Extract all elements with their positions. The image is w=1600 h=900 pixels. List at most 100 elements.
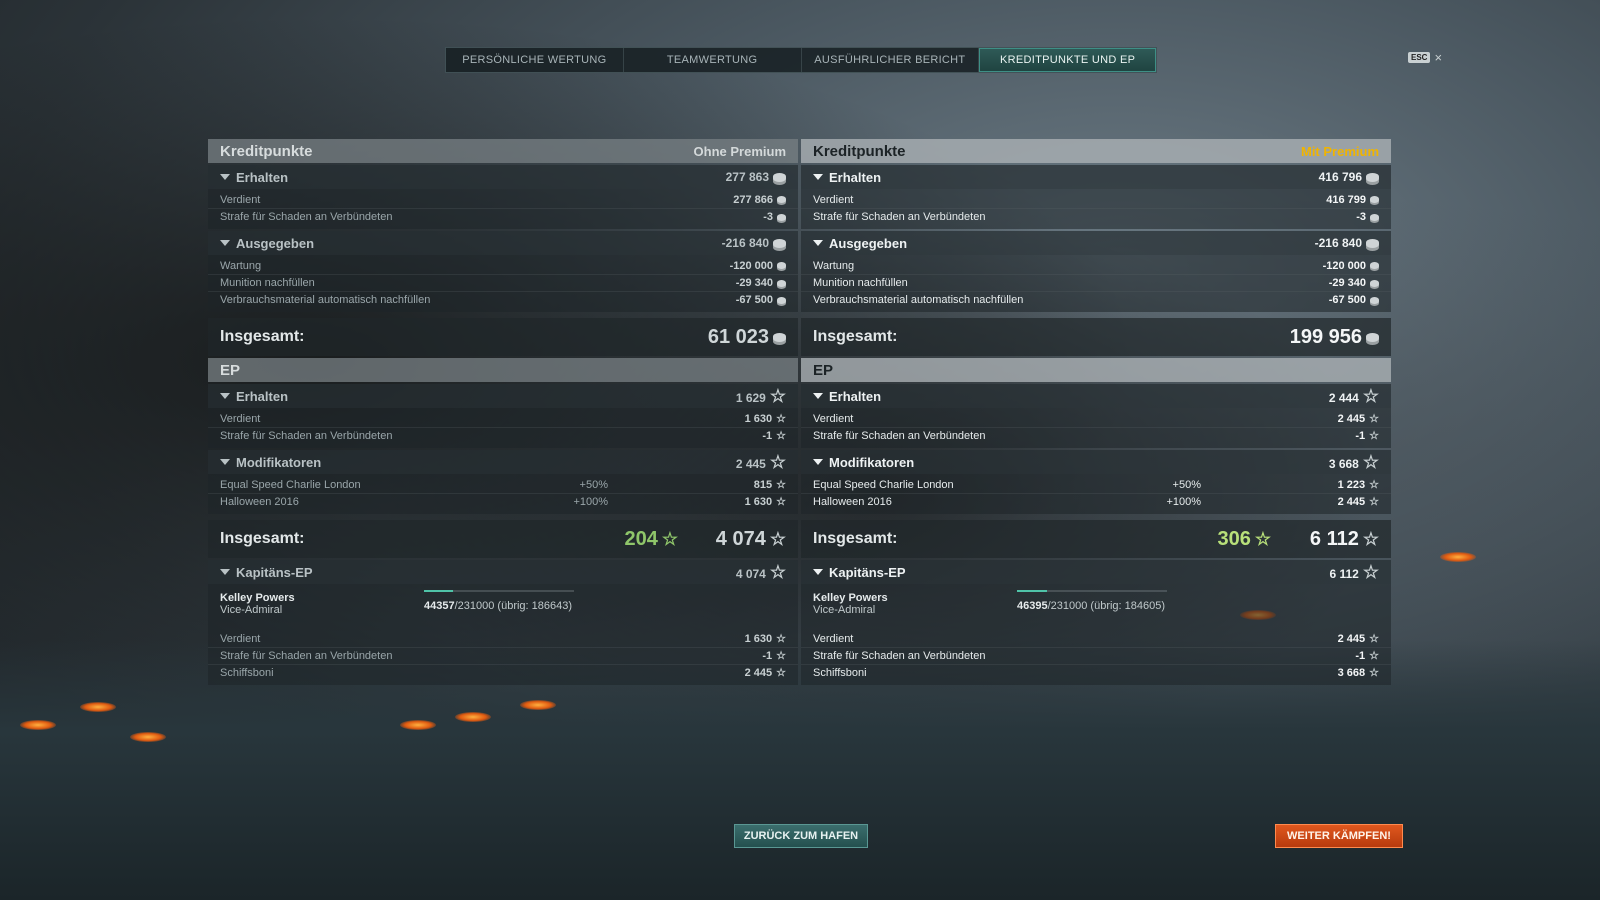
xp-modifiers-toggle[interactable]: Modifikatoren 2 445 ☆ [208,450,798,474]
item-value: 416 799 [1326,194,1379,206]
fire-effect [1440,552,1476,562]
progress-fill [1017,590,1047,592]
item-value-text: -3 [1356,211,1366,223]
credits-received-toggle[interactable]: Erhalten 277 863 [208,165,798,189]
item-list: Verdient 277 866 Strafe für Schaden an Ver… [208,189,798,229]
item-label: Verdient [220,193,261,206]
star-icon: ☆ [1362,528,1379,549]
item-value-text: -120 000 [729,259,773,272]
captain-experience: 44357/231000 (übrig: 186643) [424,600,572,612]
star-icon: ☆ [776,632,786,645]
star-icon: ☆ [776,430,786,442]
star-icon: ☆ [776,650,786,662]
total-value: 199 956 [1290,326,1379,349]
captain-xp-toggle[interactable]: Kapitäns-EP 4 074 ☆ [208,560,798,584]
xp-received-toggle[interactable]: Erhalten 2 444 ☆ [801,384,1391,408]
star-icon: ☆ [1362,452,1379,472]
triangle-down-icon [813,174,823,180]
battle-button[interactable]: WEITER KÄMPFEN! [1275,824,1403,848]
item-value-text: 1 223 [1337,478,1366,491]
item-value-text: -67 500 [735,294,773,306]
star-icon: ☆ [1369,430,1379,442]
item-value-text: 2 445 [744,667,773,679]
item-value-text: 3 668 [1337,667,1366,679]
total-value: 61 023 [708,326,786,349]
total-value-text: 199 956 [1289,325,1362,348]
free-xp-text: 306 [1217,527,1251,550]
item-value-text: -3 [763,211,773,223]
xp-modifiers-toggle[interactable]: Modifikatoren 3 668 ☆ [801,450,1391,474]
tab-credits-and-xp[interactable]: KREDITPUNKTE UND EP [979,48,1156,72]
item-list: Verdient 1 630 ☆ Strafe für Schaden an Verb… [208,628,798,685]
star-icon: ☆ [1369,650,1379,662]
credits-coin-icon [777,279,786,287]
item-list: Verdient 416 799 Strafe für Schaden an Ver… [801,189,1391,229]
credits-coin-icon [1366,173,1379,183]
list-item: Verdient 1 630 ☆ [208,410,798,427]
item-list: Verdient 2 445 ☆ Strafe für Schaden an Verb… [801,408,1391,448]
credits-spent-toggle[interactable]: Ausgegeben -216 840 [801,231,1391,255]
total-value-text: 61 023 [707,325,769,348]
list-item: Wartung -120 000 [208,257,798,274]
list-item: Strafe für Schaden an Verbündeten -3 [801,208,1391,225]
group-value: 2 445 ☆ [736,453,786,471]
total-label: Insgesamt: [813,530,898,547]
captain-exp-remaining: (übrig: 184605) [1090,600,1166,612]
triangle-down-icon [813,569,823,575]
star-icon: ☆ [769,528,786,549]
triangle-down-icon [813,459,823,465]
free-xp-text: 204 [624,527,658,550]
credits-received-toggle[interactable]: Erhalten 416 796 [801,165,1391,189]
group-value: 277 863 [726,170,786,184]
item-value: -29 340 [736,277,786,289]
item-value-text: 2 445 [1337,496,1366,508]
back-to-port-button[interactable]: ZURÜCK ZUM HAFEN [734,824,868,848]
item-value-text: -29 340 [735,277,773,289]
group-value-text: 6 112 [1329,567,1359,581]
list-item: Strafe für Schaden an Verbündeten -1 ☆ [208,647,798,664]
item-list: Verdient 1 630 ☆ Strafe für Schaden an Verb… [208,408,798,448]
list-item: Verdient 416 799 [801,191,1391,208]
list-item: Schiffsboni 2 445 ☆ [208,664,798,681]
item-label: Verbrauchsmaterial automatisch nachfülle… [813,294,1024,306]
group-value-text: 1 629 [735,391,766,405]
item-value-text: 2 445 [1337,412,1366,425]
item-label: Munition nachfüllen [813,277,908,289]
list-item: Verbrauchsmaterial automatisch nachfülle… [801,291,1391,308]
item-value: -120 000 [1323,260,1379,272]
item-label: Strafe für Schaden an Verbündeten [813,211,986,223]
group-value: 416 796 [1319,170,1379,184]
xp-received-toggle[interactable]: Erhalten 1 629 ☆ [208,384,798,408]
tab-detailed-report[interactable]: AUSFÜHRLICHER BERICHT [802,48,980,72]
list-item: Strafe für Schaden an Verbündeten -1 ☆ [801,647,1391,664]
captain-card: Kelley Powers Vice-Admiral 44357/231000 (ü… [208,584,798,628]
triangle-down-icon [220,240,230,246]
xp-header: EP [801,358,1391,382]
credits-spent-toggle[interactable]: Ausgegeben -216 840 [208,231,798,255]
credits-coin-icon [1366,239,1379,249]
close-button[interactable]: ESC × [1408,51,1442,64]
group-label: Kapitäns-EP [236,564,313,580]
esc-key-icon: ESC [1408,52,1431,63]
credits-coin-icon [773,173,786,183]
item-list: Verdient 2 445 ☆ Strafe für Schaden an Verb… [801,628,1391,685]
group-label: Kapitäns-EP [829,564,906,580]
star-icon: ☆ [1369,496,1379,508]
credits-coin-icon [777,296,786,304]
item-value: 2 445 ☆ [745,667,786,679]
group-value-text: 2 444 [1328,391,1359,405]
total-label: Insgesamt: [813,328,898,345]
item-value: -67 500 [736,294,786,306]
item-label: Equal Speed Charlie London [220,478,361,491]
item-list: Equal Speed Charlie London +50% 1 223 ☆ Hall… [801,474,1391,514]
list-item: Strafe für Schaden an Verbündeten -1 ☆ [801,427,1391,444]
item-value-text: -1 [762,650,773,662]
fire-effect [20,720,56,730]
credits-coin-icon [1370,196,1379,204]
star-icon: ☆ [776,496,786,508]
group-value-text: -216 840 [1314,236,1362,250]
tab-personal-score[interactable]: PERSÖNLICHE WERTUNG [446,48,624,72]
captain-xp-toggle[interactable]: Kapitäns-EP 6 112 ☆ [801,560,1391,584]
total-label: Insgesamt: [220,328,305,345]
tab-team-score[interactable]: TEAMWERTUNG [624,48,802,72]
